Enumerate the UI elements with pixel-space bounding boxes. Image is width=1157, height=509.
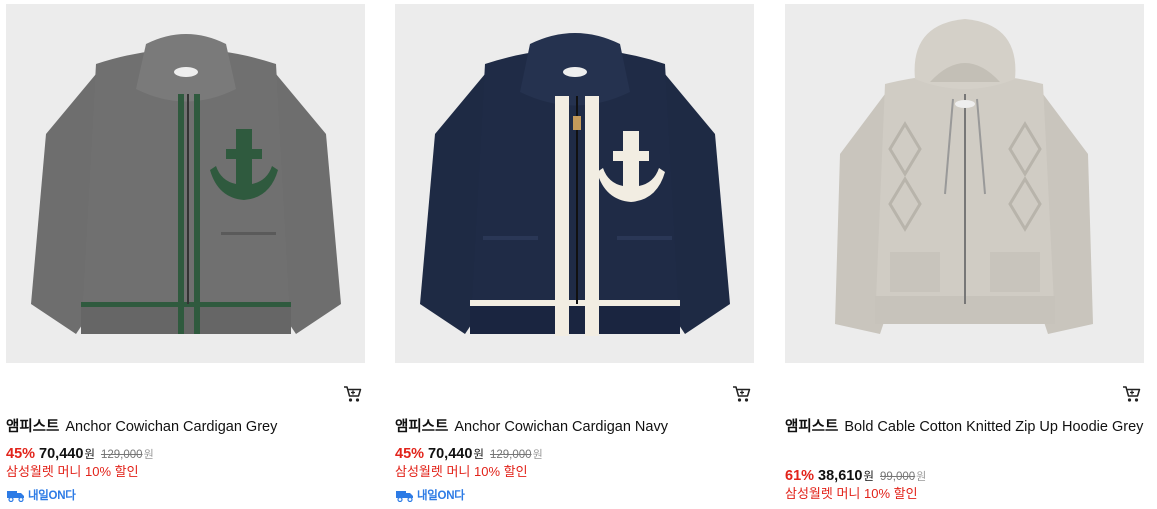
- product-brand: 앰피스트: [395, 419, 449, 435]
- product-name: Anchor Cowichan Cardigan Navy: [454, 419, 668, 435]
- product-card[interactable]: 앰피스트 Anchor Cowichan Cardigan Grey 45% 70,…: [6, 4, 365, 502]
- promo-text: 삼성월렛 머니 10% 할인: [6, 464, 139, 479]
- discount-rate: 45%: [395, 446, 425, 462]
- product-image[interactable]: [785, 4, 1144, 363]
- price-row: 45% 70,440원 129,000원: [395, 445, 543, 464]
- delivery-badge: 내일ON다: [6, 486, 76, 504]
- product-title[interactable]: 앰피스트 Bold Cable Cotton Knitted Zip Up Hoo…: [785, 416, 1144, 438]
- original-currency: 원: [916, 471, 927, 483]
- product-name: Anchor Cowichan Cardigan Grey: [65, 419, 278, 435]
- beige-hoodie-image: [785, 4, 1144, 363]
- currency-label: 원: [84, 449, 95, 461]
- original-price: 129,000: [100, 449, 143, 461]
- discount-rate: 61%: [785, 468, 815, 484]
- product-name: Bold Cable Cotton Knitted Zip Up Hoodie …: [844, 419, 1144, 435]
- promo-text: 삼성월렛 머니 10% 할인: [785, 486, 918, 501]
- original-price: 129,000: [489, 449, 532, 461]
- delivery-badge-label: 내일ON다: [417, 490, 465, 502]
- product-brand: 앰피스트: [6, 419, 60, 435]
- truck-icon: [396, 491, 413, 502]
- currency-label: 원: [473, 449, 484, 461]
- delivery-badge: 내일ON다: [395, 486, 465, 504]
- product-card[interactable]: 앰피스트 Anchor Cowichan Cardigan Navy 45% 70,…: [395, 4, 754, 502]
- sale-price: 70,440: [428, 446, 473, 462]
- original-price: 99,000: [879, 471, 916, 483]
- price-row: 45% 70,440원 129,000원: [6, 445, 154, 464]
- original-currency: 원: [532, 449, 543, 461]
- sale-price: 38,610: [818, 468, 863, 484]
- product-brand: 앰피스트: [785, 419, 839, 435]
- cart-icon[interactable]: [1122, 385, 1142, 403]
- currency-label: 원: [863, 471, 874, 483]
- product-title[interactable]: 앰피스트 Anchor Cowichan Cardigan Navy: [395, 416, 754, 438]
- product-image[interactable]: [6, 4, 365, 363]
- delivery-badge-label: 내일ON다: [28, 490, 76, 502]
- grey-cardigan-image: [6, 4, 365, 363]
- truck-icon: [7, 491, 24, 502]
- product-card[interactable]: 앰피스트 Bold Cable Cotton Knitted Zip Up Hoo…: [785, 4, 1144, 501]
- cart-icon[interactable]: [343, 385, 363, 403]
- cart-icon[interactable]: [732, 385, 752, 403]
- sale-price: 70,440: [39, 446, 84, 462]
- promo-text: 삼성월렛 머니 10% 할인: [395, 464, 528, 479]
- price-row: 61% 38,610원 99,000원: [785, 467, 926, 486]
- original-currency: 원: [143, 449, 154, 461]
- discount-rate: 45%: [6, 446, 36, 462]
- navy-cardigan-image: [395, 4, 754, 363]
- product-image[interactable]: [395, 4, 754, 363]
- product-title[interactable]: 앰피스트 Anchor Cowichan Cardigan Grey: [6, 416, 365, 438]
